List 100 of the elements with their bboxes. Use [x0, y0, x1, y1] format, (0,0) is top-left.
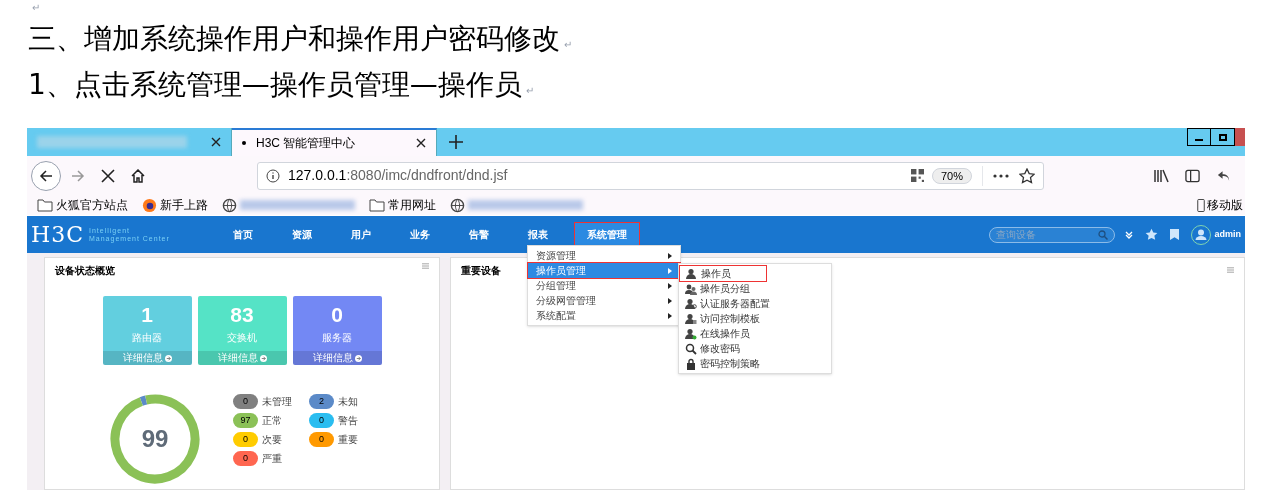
bookmark[interactable]: 新手上路	[142, 196, 208, 214]
minimize-button[interactable]	[1187, 128, 1211, 146]
arrow-right-icon	[259, 354, 267, 362]
submenu-item[interactable]: 在线操作员	[679, 326, 831, 341]
arrow-right-icon	[164, 354, 172, 362]
menu-item[interactable]: 资源管理	[528, 248, 680, 263]
stop-icon[interactable]	[101, 168, 115, 183]
user-avatar-icon[interactable]	[1191, 224, 1212, 245]
stat-value: 1	[141, 303, 153, 327]
logo: H3C	[31, 223, 85, 246]
back-arrow-icon	[39, 168, 53, 183]
user-icon	[685, 297, 697, 310]
globe-icon	[450, 197, 465, 213]
submenu-item[interactable]: 修改密码	[679, 341, 831, 356]
submenu-item[interactable]: 密码控制策略	[679, 356, 831, 371]
star-icon[interactable]	[1145, 228, 1159, 241]
zoom-badge[interactable]: 70%	[931, 167, 972, 184]
panel-title: 重要设备	[461, 264, 501, 277]
home-icon[interactable]	[131, 168, 145, 183]
submenu-item[interactable]: 操作员分组	[679, 281, 831, 296]
submenu-item[interactable]: 认证服务器配置	[679, 296, 831, 311]
stat-tile[interactable]: 0 服务器 详细信息	[292, 296, 382, 365]
count-pill: 0	[233, 394, 258, 409]
caret-icon	[668, 282, 672, 289]
qr-code-icon[interactable]	[910, 169, 924, 182]
caret-icon	[668, 297, 672, 304]
legend-label: 未知	[338, 395, 358, 409]
legend-label: 次要	[262, 433, 282, 447]
nav-item[interactable]: 首页	[221, 222, 265, 247]
arrow-right-icon	[354, 354, 362, 362]
status-ring-drawing: 99	[107, 391, 203, 487]
bookmark[interactable]	[222, 197, 355, 213]
user-icon	[685, 327, 697, 340]
browser-tab[interactable]: H3C 智能管理中心	[232, 128, 437, 156]
legend-label: 严重	[262, 452, 282, 466]
heading: 1、点击系统管理—操作员管理—操作员	[28, 67, 522, 103]
bookmark[interactable]: 火狐官方站点	[37, 196, 128, 214]
bookmark[interactable]: 移动版	[1207, 196, 1243, 214]
submenu-item[interactable]: 操作员	[680, 266, 766, 281]
menu-item[interactable]: 分级网管管理	[528, 293, 680, 308]
legend-label: 正常	[262, 414, 282, 428]
folder-icon	[369, 198, 385, 212]
heading: 三、增加系统操作用户和操作用户密码修改	[28, 21, 560, 57]
menu-item[interactable]: 操作员管理	[528, 263, 680, 278]
forward-icon[interactable]	[71, 168, 85, 183]
nav-item[interactable]: 系统管理	[575, 222, 639, 247]
paragraph-mark: ↵	[525, 83, 534, 98]
close-icon[interactable]	[211, 137, 221, 147]
user-icon	[685, 312, 697, 325]
folder-icon	[37, 198, 53, 212]
nav-item[interactable]: 资源	[280, 222, 324, 247]
stat-label: 路由器	[132, 331, 162, 345]
stat-label: 交换机	[227, 331, 257, 345]
sidebar-icon[interactable]	[1185, 168, 1200, 183]
bookmark[interactable]: 常用网址	[369, 196, 436, 214]
lock-icon	[685, 357, 697, 370]
browser-logo-icon	[142, 197, 157, 213]
close-icon[interactable]	[416, 138, 426, 148]
legend-label: 未管理	[262, 395, 292, 409]
count-pill: 0	[233, 432, 258, 447]
panel-title: 设备状态概览	[55, 264, 115, 278]
nav-item[interactable]: 业务	[398, 222, 442, 247]
phone-icon	[1197, 198, 1205, 212]
count-pill: 0	[309, 432, 334, 447]
count-pill: 2	[309, 394, 334, 409]
tab-title: H3C 智能管理中心	[256, 135, 357, 152]
nav-item[interactable]: 报表	[516, 222, 560, 247]
paragraph-mark: ↵	[564, 37, 572, 52]
detail-link[interactable]: 详细信息	[292, 351, 382, 365]
user-icon	[686, 267, 698, 280]
menu-item[interactable]: 分组管理	[528, 278, 680, 293]
more-icon[interactable]	[993, 173, 1009, 178]
submenu-item[interactable]: 访问控制模板	[679, 311, 831, 326]
library-icon[interactable]	[1153, 168, 1169, 183]
caret-icon	[668, 252, 672, 259]
bookmark[interactable]	[450, 197, 583, 213]
count-pill: 97	[233, 413, 258, 428]
legend-label: 警告	[338, 414, 358, 428]
chevron-down-icon[interactable]	[1125, 230, 1134, 239]
back-button[interactable]	[31, 160, 61, 191]
globe-icon	[222, 197, 237, 213]
nav-item[interactable]: 告警	[457, 222, 501, 247]
address-bar[interactable]: 127.0.0.1:8080/imc/dndfront/dnd.jsf 70%	[257, 161, 1044, 190]
new-tab-icon[interactable]	[449, 135, 463, 149]
paragraph-mark: ↵	[32, 2, 40, 13]
caret-icon	[668, 312, 672, 319]
users-icon	[685, 282, 697, 295]
count-pill: 0	[233, 451, 258, 466]
stat-value: 0	[331, 303, 343, 327]
nav-item[interactable]: 用户	[339, 222, 383, 247]
info-icon[interactable]	[266, 168, 280, 183]
stat-label: 服务器	[322, 331, 352, 345]
bookmark-icon[interactable]	[1170, 229, 1180, 240]
star-icon[interactable]	[1019, 167, 1035, 184]
caret-icon	[668, 267, 672, 274]
username[interactable]: admin	[1214, 227, 1241, 242]
url-text: 127.0.0.1:8080/imc/dndfront/dnd.jsf	[288, 166, 508, 185]
menu-item[interactable]: 系统配置	[528, 308, 680, 323]
legend-label: 重要	[338, 433, 358, 447]
count-pill: 0	[309, 413, 334, 428]
